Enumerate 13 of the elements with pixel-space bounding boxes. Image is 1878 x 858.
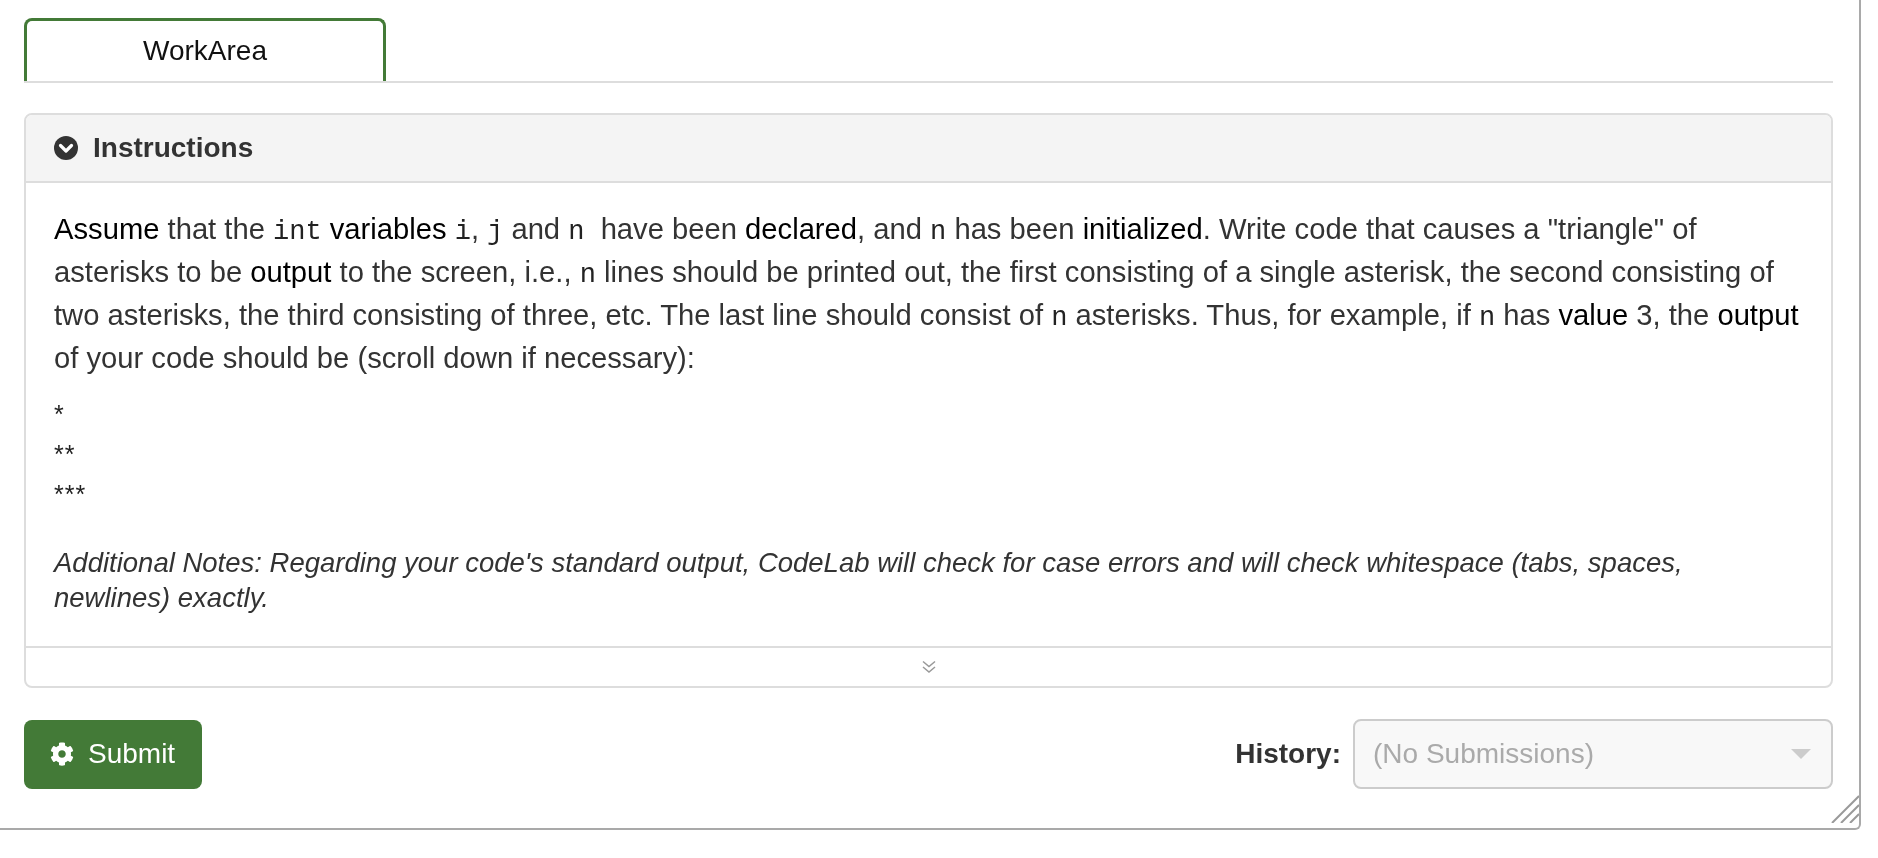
instructions-paragraph: Assume that the int variables i, j and n have been declared, and n has been initialized. Write code that causes a "triangle" of asterisks to be output to the screen, i.e., n lines should be printed out, the first consisting of a single asterisk, the second consisting of two asterisks, the third consisting of three, etc. The last line should consist of n asterisks. Thus, for example, if n has value 3, the output of your code should be (scroll down if necessary): [54,212,1800,376]
additional-notes: Additional Notes: Regarding your code's standard output, CodeLab will check for case errors and will check whitespace (tabs, spaces, newlines) exactly. [54,546,1684,615]
submit-button[interactable]: Submit [24,719,202,789]
panel-header[interactable]: Instructions [26,115,1831,183]
caret-down-icon [1791,749,1811,759]
chevron-circle-icon[interactable] [54,136,78,160]
example-output: * ** *** [54,399,87,510]
gear-icon [50,742,74,766]
resize-grip-icon[interactable] [1831,795,1859,823]
panel-title: Instructions [93,132,254,164]
double-chevron-down-icon[interactable] [920,659,937,675]
history-label: History: [1235,738,1341,770]
tab[interactable]: WorkArea [24,18,386,81]
